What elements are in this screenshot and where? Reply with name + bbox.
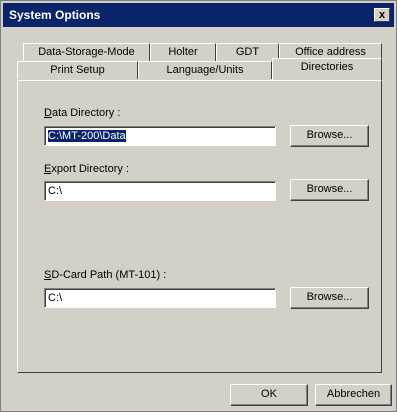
tab-directories[interactable]: Directories <box>272 58 382 80</box>
button-label: Browse... <box>306 291 353 303</box>
export-directory-label: Export Directory : <box>44 163 129 175</box>
system-options-dialog: System Options x Data-Storage-Mode Holte… <box>0 0 397 412</box>
export-directory-field[interactable]: C:\ <box>44 181 276 201</box>
data-directory-field[interactable]: C:\MT-200\Data <box>44 126 276 146</box>
data-directory-label: Data Directory : <box>44 107 120 119</box>
browse-export-button[interactable]: Browse... <box>290 179 369 201</box>
button-label: Browse... <box>306 129 353 141</box>
close-button[interactable]: x <box>374 8 390 22</box>
abbrechen-button[interactable]: Abbrechen <box>315 384 392 406</box>
label-text: xport Directory : <box>51 163 129 175</box>
tab-label: Data-Storage-Mode <box>38 46 135 58</box>
field-value: C:\ <box>48 292 63 304</box>
button-label: Browse... <box>306 183 353 195</box>
tab-label: Language/Units <box>166 64 244 76</box>
ok-button[interactable]: OK <box>230 384 308 406</box>
tab-holter[interactable]: Holter <box>150 43 216 61</box>
selected-text: C:\MT-200\Data <box>48 130 126 142</box>
tab-language-units[interactable]: Language/Units <box>138 61 272 79</box>
field-value: C:\ <box>48 185 63 197</box>
label-text: D-Card Path (MT-101) : <box>51 269 167 281</box>
tab-label: Directories <box>300 61 354 73</box>
tab-label: Holter <box>168 46 198 58</box>
button-label: Abbrechen <box>326 388 381 400</box>
window-title: System Options <box>9 8 101 22</box>
tab-label: GDT <box>235 46 260 58</box>
accel-key: D <box>44 107 52 119</box>
browse-sd-card-button[interactable]: Browse... <box>290 287 369 309</box>
sd-card-path-field[interactable]: C:\ <box>44 288 276 308</box>
tab-data-storage-mode[interactable]: Data-Storage-Mode <box>23 43 150 61</box>
browse-data-button[interactable]: Browse... <box>290 125 369 147</box>
label-text: ata Directory : <box>51 107 121 119</box>
title-bar[interactable]: System Options x <box>3 3 394 27</box>
button-label: OK <box>261 388 277 400</box>
tab-gdt[interactable]: GDT <box>216 43 279 61</box>
directories-panel: Data Directory : C:\MT-200\Data Browse..… <box>17 80 382 373</box>
close-icon: x <box>378 9 386 21</box>
tab-label: Print Setup <box>50 64 105 76</box>
tab-print-setup[interactable]: Print Setup <box>17 61 138 79</box>
tab-label: Office address <box>295 46 366 58</box>
sd-card-path-label: SD-Card Path (MT-101) : <box>44 269 166 281</box>
